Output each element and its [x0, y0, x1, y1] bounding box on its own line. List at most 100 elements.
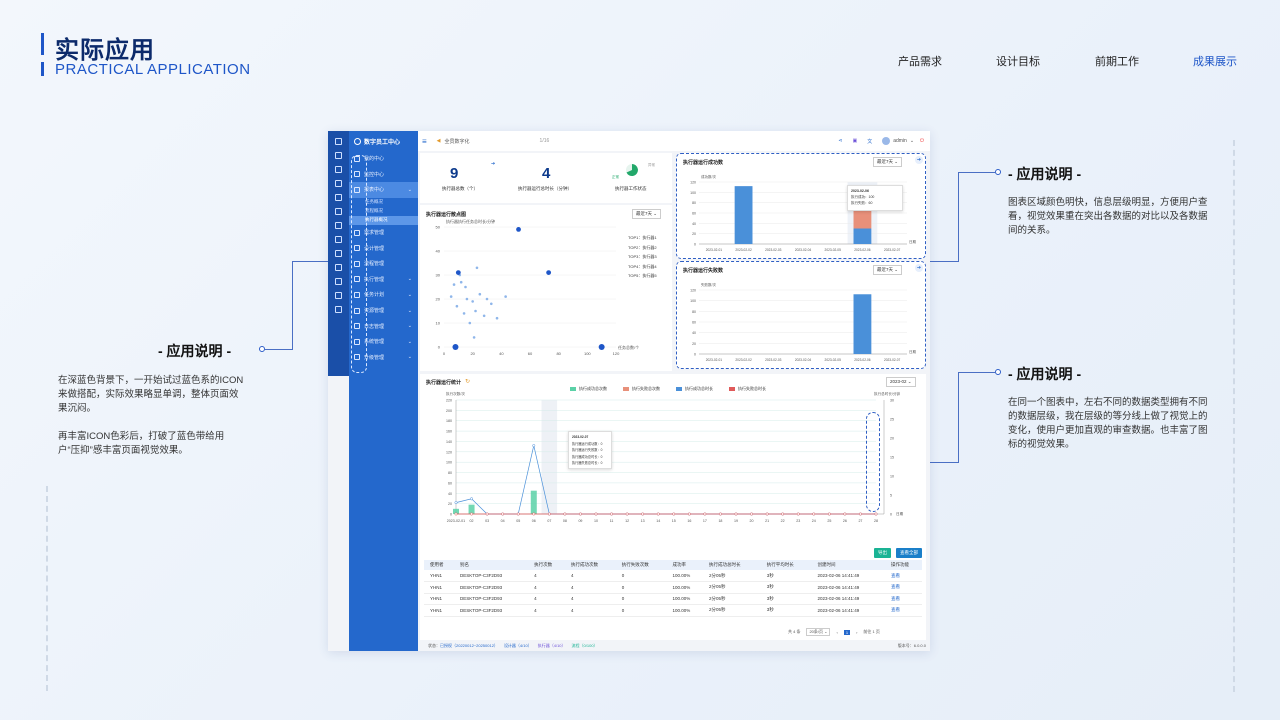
share-icon[interactable] [335, 222, 342, 229]
line-point[interactable] [858, 512, 862, 516]
view-link[interactable]: 查看 [884, 593, 922, 605]
scatter-point[interactable] [462, 312, 466, 315]
line-point[interactable] [625, 512, 629, 516]
bar[interactable] [853, 294, 872, 354]
scatter-point[interactable] [468, 321, 472, 325]
success-range-select[interactable]: 最近7天 ⌄ [873, 157, 903, 167]
view-all-button[interactable]: 查看全部 [896, 548, 922, 558]
line-point[interactable] [672, 512, 676, 516]
list-icon[interactable] [335, 194, 342, 201]
line-point[interactable] [470, 512, 474, 516]
scatter-point[interactable] [474, 309, 477, 313]
scatter-point-highlight[interactable] [546, 270, 552, 275]
scatter-point[interactable] [472, 336, 476, 339]
bar[interactable] [530, 490, 537, 514]
line-point[interactable] [454, 512, 458, 516]
nav-preliminary-work[interactable]: 前期工作 [1095, 53, 1139, 69]
translate-icon[interactable]: 文 [867, 138, 872, 145]
line-point[interactable] [563, 512, 567, 516]
screen-icon[interactable]: ▣ [852, 138, 857, 144]
line-point[interactable] [641, 512, 645, 516]
line-point[interactable] [532, 512, 536, 516]
scatter-point[interactable] [478, 292, 482, 296]
scatter-point[interactable] [464, 285, 467, 289]
view-link[interactable]: 查看 [884, 604, 922, 617]
line-point[interactable] [485, 512, 489, 516]
line-point[interactable] [516, 512, 520, 516]
scatter-point[interactable] [455, 304, 459, 308]
power-icon[interactable]: ⏻ [920, 138, 924, 144]
scatter-point[interactable] [471, 300, 474, 303]
line-point[interactable] [501, 512, 505, 516]
pager-page[interactable]: 1 [843, 629, 851, 635]
scatter-point[interactable] [482, 314, 486, 318]
line-point[interactable] [781, 512, 785, 516]
view-link[interactable]: 查看 [884, 581, 922, 594]
scatter-point[interactable] [465, 297, 469, 301]
log-icon[interactable] [335, 278, 342, 285]
arrow-right-icon[interactable]: ➔ [915, 264, 923, 272]
avatar[interactable] [882, 137, 891, 145]
scatter-point-highlight[interactable] [455, 270, 461, 275]
scatter-point[interactable] [475, 266, 479, 270]
view-link[interactable]: 查看 [884, 570, 922, 582]
line-point[interactable] [656, 512, 660, 516]
line-point[interactable] [812, 512, 816, 516]
nav-results[interactable]: 成果展示 [1193, 53, 1237, 69]
line-point[interactable] [547, 512, 551, 516]
scatter-point[interactable] [495, 316, 499, 320]
line-point[interactable] [578, 512, 582, 516]
line-point[interactable] [687, 512, 691, 516]
nav-product-requirements[interactable]: 产品需求 [898, 53, 942, 69]
refresh-icon[interactable]: ↻ [465, 378, 470, 385]
scatter-point-highlight[interactable] [598, 344, 605, 350]
fail-range-select[interactable]: 最近7天 ⌄ [873, 265, 903, 275]
pager-size-select[interactable]: 20条/页 ⌄ [806, 628, 831, 636]
line-point[interactable] [843, 512, 847, 516]
line-point[interactable] [796, 512, 800, 516]
line-point[interactable] [734, 512, 738, 516]
line-point[interactable] [827, 512, 831, 516]
line-point[interactable] [718, 512, 722, 516]
doc-icon[interactable] [335, 208, 342, 215]
chevron-down-icon[interactable]: ⌄ [910, 138, 914, 144]
line-point[interactable] [703, 512, 707, 516]
scatter-point[interactable] [452, 283, 456, 286]
bar[interactable] [853, 228, 872, 245]
share-icon[interactable]: ⋖ [838, 138, 842, 144]
menu-icon[interactable]: ≡ [422, 137, 427, 146]
chevron-left-icon[interactable]: ‹ [836, 630, 837, 635]
chart-icon[interactable] [335, 180, 342, 187]
scatter-point-highlight[interactable] [452, 344, 459, 350]
line-point[interactable] [750, 512, 754, 516]
user-name[interactable]: admin [893, 138, 907, 144]
scatter-point[interactable] [490, 302, 493, 306]
chevron-right-icon[interactable]: › [856, 630, 857, 635]
monitor-icon[interactable] [335, 152, 342, 159]
scatter-point[interactable] [459, 280, 463, 284]
stats-month-select[interactable]: 2023-02 ⌄ [886, 377, 916, 387]
line-point[interactable] [532, 444, 536, 448]
nav-design-goals[interactable]: 设计目标 [996, 53, 1040, 69]
line-point[interactable] [765, 512, 769, 516]
line-point[interactable] [470, 497, 474, 501]
bar[interactable] [734, 186, 753, 244]
scatter-point[interactable] [449, 295, 453, 298]
line-point[interactable] [874, 512, 878, 516]
scatter-point[interactable] [504, 295, 507, 298]
line-point[interactable] [454, 501, 458, 505]
line-point[interactable] [594, 512, 598, 516]
system-icon[interactable] [335, 292, 342, 299]
pager-goto[interactable]: 前往 1 页 [863, 629, 879, 635]
upgrade-icon[interactable] [335, 306, 342, 313]
settings-icon[interactable] [335, 264, 342, 271]
line-point[interactable] [610, 512, 614, 516]
arrow-right-icon[interactable]: ➔ [915, 156, 923, 164]
export-button[interactable]: 导出 [874, 548, 891, 558]
flow-icon[interactable] [335, 236, 342, 243]
home-icon[interactable] [335, 138, 342, 145]
scatter-point-highlight[interactable] [516, 227, 521, 232]
arrow-right-icon[interactable]: ➔ [491, 161, 495, 167]
calendar-icon[interactable] [335, 250, 342, 257]
scatter-point[interactable] [485, 297, 489, 301]
